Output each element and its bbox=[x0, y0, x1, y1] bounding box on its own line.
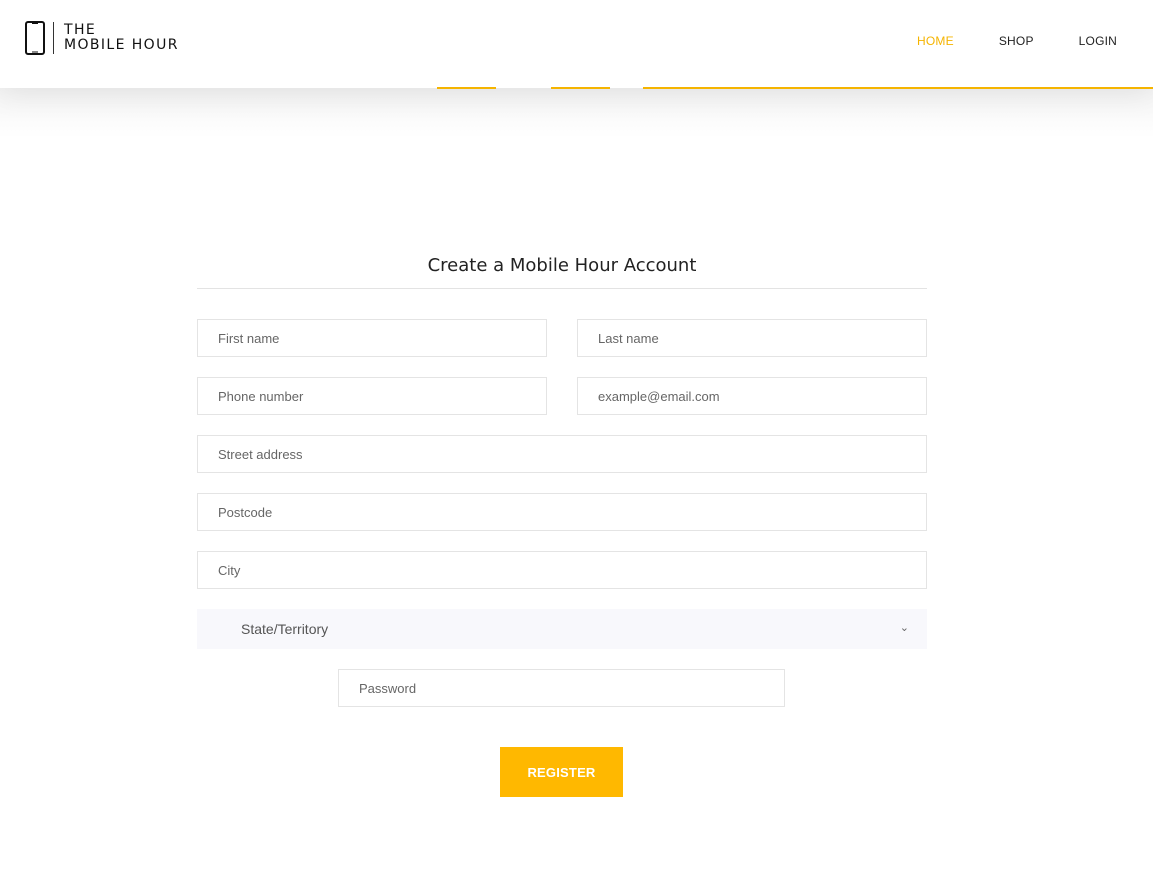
nav-login[interactable]: LOGIN bbox=[1079, 34, 1117, 48]
registration-form-header: Create a Mobile Hour Account bbox=[197, 252, 927, 289]
first-name-input[interactable] bbox=[197, 319, 547, 357]
street-address-input[interactable] bbox=[197, 435, 927, 473]
accent-line-2 bbox=[551, 87, 610, 89]
phone-icon bbox=[25, 21, 45, 55]
accent-line-1 bbox=[437, 87, 496, 89]
state-select-label: State/Territory bbox=[241, 621, 329, 637]
logo-text: THE MOBILE HOUR bbox=[64, 23, 179, 53]
nav-shop[interactable]: SHOP bbox=[999, 34, 1034, 48]
last-name-input[interactable] bbox=[577, 319, 927, 357]
form-title: Create a Mobile Hour Account bbox=[197, 252, 927, 289]
state-select[interactable]: State/Territory ⌄ bbox=[197, 609, 927, 649]
accent-line-3 bbox=[643, 87, 1153, 89]
phone-input[interactable] bbox=[197, 377, 547, 415]
postcode-input[interactable] bbox=[197, 493, 927, 531]
password-input[interactable] bbox=[338, 669, 785, 707]
email-input[interactable] bbox=[577, 377, 927, 415]
header-shadow bbox=[0, 88, 1153, 138]
site-header: THE MOBILE HOUR HOME SHOP LOGIN bbox=[0, 0, 1153, 88]
chevron-down-icon: ⌄ bbox=[899, 622, 909, 634]
logo-divider bbox=[53, 22, 54, 54]
register-button[interactable]: REGISTER bbox=[500, 747, 623, 797]
logo-line-2: MOBILE HOUR bbox=[64, 37, 179, 53]
logo-line-1: THE bbox=[64, 22, 97, 38]
site-logo[interactable]: THE MOBILE HOUR bbox=[25, 20, 179, 56]
main-nav: HOME SHOP LOGIN bbox=[872, 34, 1117, 48]
nav-home[interactable]: HOME bbox=[917, 34, 954, 48]
city-input[interactable] bbox=[197, 551, 927, 589]
